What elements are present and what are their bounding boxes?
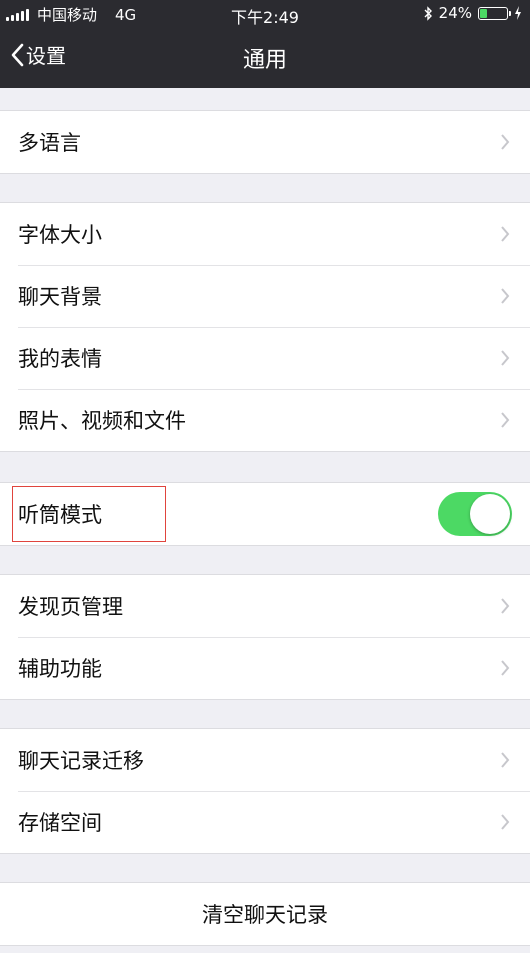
highlight-box [12, 486, 166, 542]
row-chat-background[interactable]: 聊天背景 [0, 265, 530, 327]
chevron-right-icon [501, 752, 510, 768]
earpiece-mode-toggle[interactable] [438, 492, 512, 536]
charging-icon [515, 6, 521, 20]
row-discover-management[interactable]: 发现页管理 [0, 575, 530, 637]
battery-percent: 24% [438, 4, 472, 22]
settings-group-earpiece: 听筒模式 [0, 482, 530, 546]
row-media-files[interactable]: 照片、视频和文件 [0, 389, 530, 451]
settings-group-language: 多语言 [0, 110, 530, 174]
settings-group-discover: 发现页管理 辅助功能 [0, 574, 530, 700]
clear-chat-history-button[interactable]: 清空聊天记录 [0, 883, 530, 945]
row-label: 发现页管理 [18, 595, 123, 619]
row-label: 聊天记录迁移 [18, 749, 144, 773]
row-label: 我的表情 [18, 347, 102, 371]
settings-group-clear: 清空聊天记录 [0, 882, 530, 946]
row-label: 辅助功能 [18, 657, 102, 681]
chevron-right-icon [501, 288, 510, 304]
battery-icon [478, 6, 511, 20]
nav-bar: 设置 通用 [0, 26, 530, 88]
settings-group-display: 字体大小 聊天背景 我的表情 照片、视频和文件 [0, 202, 530, 452]
chevron-right-icon [501, 660, 510, 676]
row-label: 聊天背景 [18, 285, 102, 309]
row-label: 字体大小 [18, 223, 102, 247]
chevron-right-icon [501, 350, 510, 366]
battery-fill [480, 8, 487, 18]
chevron-right-icon [501, 814, 510, 830]
chevron-right-icon [501, 598, 510, 614]
toggle-knob [470, 494, 510, 534]
row-earpiece-mode: 听筒模式 [0, 483, 530, 545]
page-title: 通用 [242, 48, 287, 73]
row-label: 多语言 [18, 131, 81, 155]
status-right: 24% [423, 4, 522, 22]
bluetooth-icon [424, 5, 432, 21]
row-label: 存储空间 [18, 811, 102, 835]
row-language[interactable]: 多语言 [0, 111, 530, 173]
row-label: 清空聊天记录 [202, 903, 328, 927]
row-my-stickers[interactable]: 我的表情 [0, 327, 530, 389]
row-font-size[interactable]: 字体大小 [0, 203, 530, 265]
row-accessibility[interactable]: 辅助功能 [0, 637, 530, 699]
chevron-right-icon [501, 412, 510, 428]
row-label: 照片、视频和文件 [18, 409, 186, 433]
status-bar: 中国移动 4G 下午2:49 24% [0, 0, 530, 27]
chevron-right-icon [501, 226, 510, 242]
row-storage[interactable]: 存储空间 [0, 791, 530, 853]
chevron-right-icon [501, 134, 510, 150]
row-chat-migration[interactable]: 聊天记录迁移 [0, 729, 530, 791]
settings-group-storage: 聊天记录迁移 存储空间 [0, 728, 530, 854]
